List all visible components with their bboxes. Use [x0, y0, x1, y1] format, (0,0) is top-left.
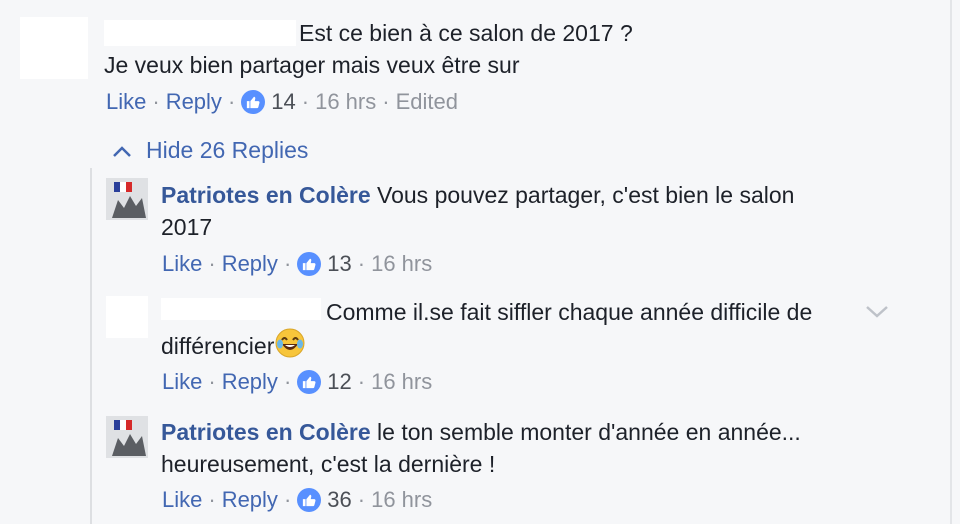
- like-link[interactable]: Like: [162, 249, 202, 279]
- like-badge-icon[interactable]: [297, 252, 322, 276]
- reply-text-line-2: différencier: [161, 328, 305, 366]
- timestamp[interactable]: 16 hrs: [371, 249, 432, 279]
- reply-text-line-2: 2017: [161, 214, 213, 240]
- hide-replies-button[interactable]: Hide 26 Replies: [112, 135, 308, 165]
- reply-text-line-1: Patriotes en Colère Vous pouvez partager…: [161, 179, 794, 211]
- page-avatar[interactable]: [106, 416, 148, 458]
- avatar[interactable]: [20, 17, 88, 79]
- panel-border: [950, 0, 952, 524]
- avatar[interactable]: [106, 296, 148, 338]
- chevron-down-icon[interactable]: [864, 304, 890, 325]
- separator-dot: ·: [208, 487, 216, 512]
- like-badge-icon[interactable]: [241, 90, 266, 114]
- like-badge-icon[interactable]: [297, 488, 322, 512]
- timestamp[interactable]: 16 hrs: [315, 87, 376, 117]
- like-count[interactable]: 36: [327, 485, 351, 515]
- author-name[interactable]: Patriotes en Colère: [161, 419, 371, 445]
- like-link[interactable]: Like: [106, 87, 146, 117]
- like-link[interactable]: Like: [162, 485, 202, 515]
- page-avatar[interactable]: [106, 178, 148, 220]
- reply-link[interactable]: Reply: [222, 485, 278, 515]
- author-name[interactable]: Patriotes en Colère: [161, 182, 371, 208]
- reply-actions: Like · Reply · 36 · 16 hrs: [162, 485, 432, 515]
- separator-dot: ·: [227, 89, 236, 114]
- like-count[interactable]: 14: [271, 87, 295, 117]
- comment-text-line-1: Est ce bien à ce salon de 2017 ?: [299, 20, 633, 46]
- laughing-emoji-icon: [275, 328, 305, 366]
- separator-dot: ·: [357, 251, 366, 276]
- hide-replies-label: Hide 26 Replies: [146, 137, 309, 163]
- separator-dot: ·: [357, 487, 366, 512]
- reply-text: différencier: [161, 333, 275, 359]
- separator-dot: ·: [283, 251, 292, 276]
- reply-text: le ton semble monter d'année en année...: [377, 419, 801, 445]
- separator-dot: ·: [382, 89, 390, 114]
- separator-dot: ·: [283, 369, 292, 394]
- like-badge-icon[interactable]: [297, 370, 322, 394]
- reply-text-line-1: Comme il.se fait siffler chaque année di…: [326, 299, 813, 325]
- edited-label[interactable]: Edited: [396, 87, 458, 117]
- reply-thread-line: [90, 168, 92, 524]
- reply-link[interactable]: Reply: [222, 367, 278, 397]
- separator-dot: ·: [208, 251, 216, 276]
- redacted-author-name[interactable]: [104, 20, 296, 46]
- separator-dot: ·: [283, 487, 292, 512]
- separator-dot: ·: [152, 89, 160, 114]
- reply-link[interactable]: Reply: [222, 249, 278, 279]
- timestamp[interactable]: 16 hrs: [371, 485, 432, 515]
- redacted-author-name[interactable]: [161, 298, 321, 320]
- reply-text-line-2: heureusement, c'est la dernière !: [161, 451, 496, 477]
- reply-text: Vous pouvez partager, c'est bien le salo…: [377, 182, 795, 208]
- separator-dot: ·: [357, 369, 366, 394]
- like-link[interactable]: Like: [162, 367, 202, 397]
- separator-dot: ·: [208, 369, 216, 394]
- reply-actions: Like · Reply · 13 · 16 hrs: [162, 249, 432, 279]
- like-count[interactable]: 13: [327, 249, 351, 279]
- separator-dot: ·: [301, 89, 310, 114]
- reply-actions: Like · Reply · 12 · 16 hrs: [162, 367, 432, 397]
- chevron-up-icon: [112, 135, 132, 165]
- comment-text-line-2: Je veux bien partager mais veux être sur: [104, 52, 520, 78]
- comment-actions: Like · Reply · 14 · 16 hrs · Edited: [106, 87, 458, 117]
- reply-link[interactable]: Reply: [166, 87, 222, 117]
- reply-text-line-1: Patriotes en Colère le ton semble monter…: [161, 416, 801, 448]
- timestamp[interactable]: 16 hrs: [371, 367, 432, 397]
- like-count[interactable]: 12: [327, 367, 351, 397]
